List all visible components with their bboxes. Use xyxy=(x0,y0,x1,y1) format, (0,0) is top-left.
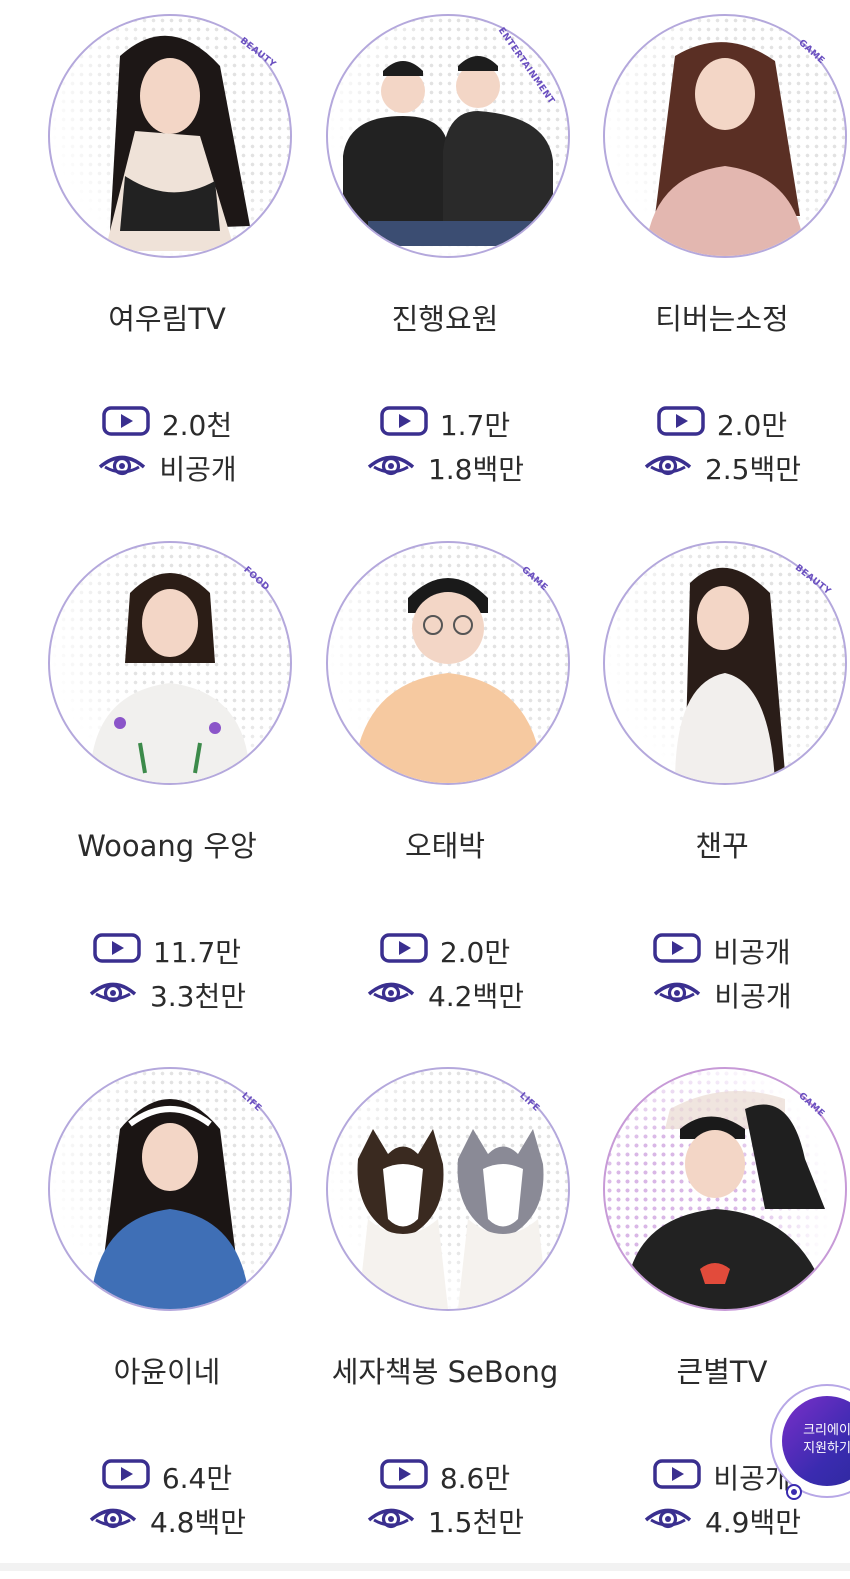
creator-card[interactable]: BEAUTY 여우림TV 2.0천 비공개 xyxy=(28,0,306,526)
view-count-value: 3.3천만 xyxy=(149,980,247,1013)
creator-card[interactable]: GAME 큰별TV 비공개 4.9백만 xyxy=(583,1053,850,1579)
view-count-value: 2.5백만 xyxy=(704,453,802,486)
video-count-value: 11.7만 xyxy=(152,936,242,969)
creator-avatar[interactable]: LIFE xyxy=(48,1067,292,1311)
eye-icon xyxy=(88,977,138,1014)
video-count: 2.0만 xyxy=(583,405,850,443)
video-count: 2.0만 xyxy=(306,932,584,970)
play-icon xyxy=(380,1458,428,1496)
video-count-value: 8.6만 xyxy=(439,1462,511,1495)
play-icon xyxy=(657,405,705,443)
eye-icon xyxy=(366,1503,416,1540)
creator-avatar[interactable]: BEAUTY xyxy=(48,14,292,258)
video-count-value: 비공개 xyxy=(713,936,791,969)
creator-name[interactable]: 아윤이네 xyxy=(28,1349,306,1391)
video-count-value: 2.0천 xyxy=(161,409,233,442)
creator-name[interactable]: 여우림TV xyxy=(28,296,306,338)
fab-dot-icon xyxy=(786,1484,802,1500)
creator-name[interactable]: 티버는소정 xyxy=(583,296,850,338)
creator-name[interactable]: Wooang 우앙 xyxy=(28,823,306,865)
video-count: 1.7만 xyxy=(306,405,584,443)
creator-name[interactable]: 큰별TV xyxy=(583,1349,850,1391)
creator-card[interactable]: LIFE 세자책봉 SeBong 8.6만 1.5천만 xyxy=(306,1053,584,1579)
video-count: 6.4만 xyxy=(28,1458,306,1496)
play-icon xyxy=(93,932,141,970)
play-icon xyxy=(102,405,150,443)
view-count: 1.8백만 xyxy=(306,450,584,487)
view-count: 1.5천만 xyxy=(306,1503,584,1540)
video-count-value: 2.0만 xyxy=(439,936,511,969)
play-icon xyxy=(653,1458,702,1496)
apply-button-line2: 지원하기 xyxy=(803,1441,850,1456)
eye-icon xyxy=(652,977,702,1014)
apply-button-face[interactable]: 크리에이 지원하기 xyxy=(782,1396,850,1486)
view-count: 2.5백만 xyxy=(583,450,850,487)
video-count-value: 6.4만 xyxy=(161,1462,233,1495)
video-count-value: 2.0만 xyxy=(716,409,788,442)
play-icon xyxy=(102,1458,150,1496)
eye-icon xyxy=(643,1503,693,1540)
apply-button-line1: 크리에이 xyxy=(803,1423,850,1438)
view-count: 비공개 xyxy=(583,977,850,1014)
view-count-value: 4.2백만 xyxy=(427,980,525,1013)
creator-card[interactable]: LIFE 아윤이네 6.4만 4.8백만 xyxy=(28,1053,306,1579)
video-count: 11.7만 xyxy=(28,932,306,970)
play-icon xyxy=(380,932,428,970)
view-count: 4.9백만 xyxy=(583,1503,850,1540)
eye-icon xyxy=(366,977,416,1014)
creator-card[interactable]: GAME 티버는소정 2.0만 2.5백만 xyxy=(583,0,850,526)
view-count: 4.2백만 xyxy=(306,977,584,1014)
view-count: 4.8백만 xyxy=(28,1503,306,1540)
creator-name[interactable]: 세자책봉 SeBong xyxy=(306,1349,584,1391)
creator-card[interactable]: BEAUTY 챈꾸 비공개 비공개 xyxy=(583,527,850,1053)
creator-name[interactable]: 진행요원 xyxy=(306,296,584,338)
video-count: 비공개 xyxy=(583,932,850,970)
creator-avatar[interactable]: ENTERTAINMENT xyxy=(326,14,570,258)
view-count: 비공개 xyxy=(28,450,306,487)
creator-avatar[interactable]: BEAUTY xyxy=(603,541,847,785)
video-count: 8.6만 xyxy=(306,1458,584,1496)
view-count-value: 비공개 xyxy=(159,453,237,486)
play-icon xyxy=(653,932,702,970)
creator-name[interactable]: 챈꾸 xyxy=(583,823,850,865)
eye-icon xyxy=(88,1503,138,1540)
view-count: 3.3천만 xyxy=(28,977,306,1014)
avatar-ring xyxy=(326,14,570,258)
view-count-value: 1.5천만 xyxy=(427,1506,525,1539)
bottom-edge xyxy=(0,1563,850,1571)
creator-avatar[interactable]: GAME xyxy=(603,1067,847,1311)
creator-card[interactable]: FOOD Wooang 우앙 11.7만 3.3천만 xyxy=(28,527,306,1053)
eye-icon xyxy=(366,450,416,487)
creator-card[interactable]: ENTERTAINMENT 진행요원 1.7만 1.8백만 xyxy=(306,0,584,526)
view-count-value: 1.8백만 xyxy=(427,453,525,486)
view-count-value: 4.8백만 xyxy=(149,1506,247,1539)
creator-avatar[interactable]: FOOD xyxy=(48,541,292,785)
creator-avatar[interactable]: GAME xyxy=(603,14,847,258)
video-count: 2.0천 xyxy=(28,405,306,443)
creator-avatar[interactable]: LIFE xyxy=(326,1067,570,1311)
play-icon xyxy=(380,405,428,443)
creator-card[interactable]: GAME 오태박 2.0만 4.2백만 xyxy=(306,527,584,1053)
eye-icon xyxy=(97,450,147,487)
view-count-value: 비공개 xyxy=(714,980,792,1013)
view-count-value: 4.9백만 xyxy=(704,1506,802,1539)
creator-avatar[interactable]: GAME xyxy=(326,541,570,785)
creator-name[interactable]: 오태박 xyxy=(306,823,584,865)
video-count-value: 1.7만 xyxy=(439,409,511,442)
eye-icon xyxy=(643,450,693,487)
